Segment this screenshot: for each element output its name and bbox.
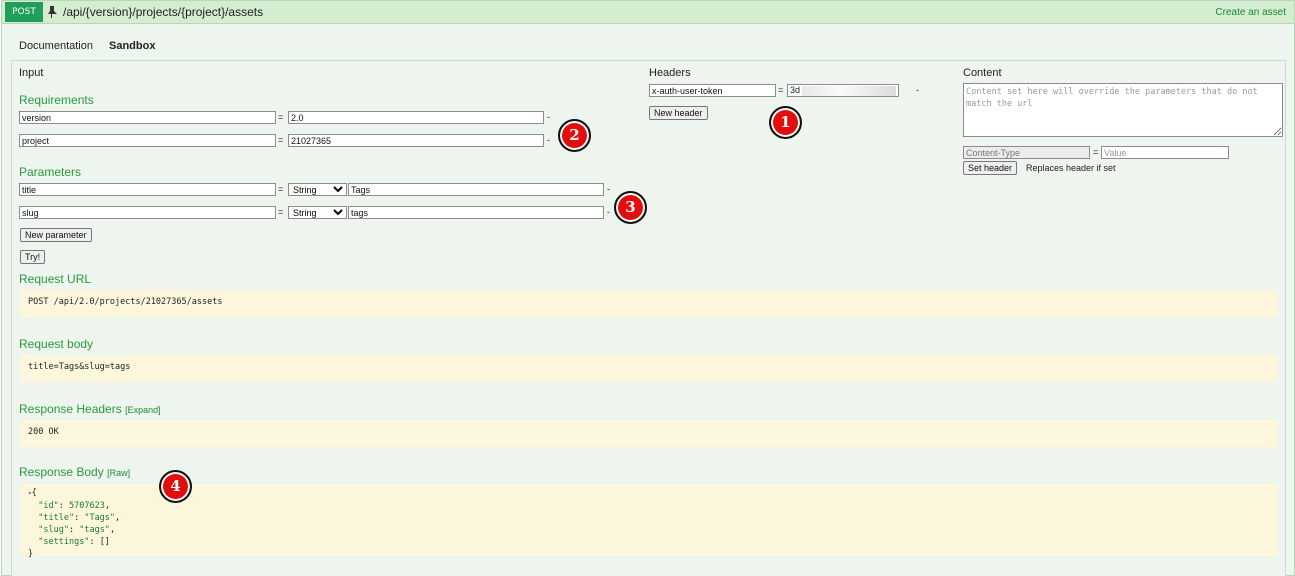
request-body-title: Request body <box>19 337 94 351</box>
response-headers-box: 200 OK <box>20 420 1278 447</box>
equals-sign: = <box>278 184 284 194</box>
content-textarea[interactable] <box>963 83 1283 137</box>
annotation-badge-4: 4 <box>159 470 192 503</box>
content-type-value-input[interactable] <box>1101 146 1229 159</box>
parameter-type-slug[interactable]: String <box>288 206 347 219</box>
request-url-box: POST /api/2.0/projects/21027365/assets <box>20 290 1278 317</box>
parameters-title: Parameters <box>19 165 82 179</box>
annotation-badge-2: 2 <box>558 119 591 152</box>
equals-sign: = <box>278 207 284 217</box>
annotation-badge-3: 3 <box>614 191 647 224</box>
remove-parameter-slug[interactable]: - <box>607 207 610 217</box>
json-line: "id": 5707623, <box>38 501 110 511</box>
response-headers-label: Response Headers <box>19 402 122 416</box>
new-parameter-button[interactable]: New parameter <box>20 228 92 242</box>
response-body-title: Response Body [Raw] <box>19 465 130 479</box>
equals-sign: = <box>1093 147 1099 157</box>
endpoint-path[interactable]: /api/{version}/projects/{project}/assets <box>63 5 263 19</box>
json-line: "title": "Tags", <box>38 513 121 523</box>
endpoint-heading[interactable]: POST /api/{version}/projects/{project}/a… <box>2 1 1294 24</box>
content-title: Content <box>963 67 1002 79</box>
parameter-value-slug[interactable] <box>348 206 604 219</box>
header-value-text: 3d <box>790 85 801 95</box>
annotation-badge-1: 1 <box>769 106 802 139</box>
remove-requirement-project[interactable]: - <box>547 135 550 145</box>
new-header-button[interactable]: New header <box>649 106 708 120</box>
request-body-value: title=Tags&slug=tags <box>28 362 131 372</box>
tab-sandbox[interactable]: Sandbox <box>109 40 155 52</box>
parameter-name-title[interactable] <box>19 183 276 196</box>
try-button[interactable]: Try! <box>20 250 46 264</box>
request-url-title: Request URL <box>19 272 92 286</box>
json-open[interactable]: ▾{ <box>28 487 1270 500</box>
requirements-title: Requirements <box>19 93 94 107</box>
parameter-name-slug[interactable] <box>19 206 276 219</box>
requirement-value-project[interactable] <box>288 134 544 147</box>
equals-sign: = <box>278 112 284 122</box>
requirement-name-version[interactable] <box>19 111 276 124</box>
remove-requirement-version[interactable]: - <box>547 112 550 122</box>
sandbox-panel: Input Requirements = - = - Parameters = … <box>11 60 1286 576</box>
json-line: "settings": [] <box>38 537 110 547</box>
equals-sign: = <box>278 135 284 145</box>
pin-icon <box>48 6 57 18</box>
method-badge: POST <box>5 2 43 22</box>
response-headers-title: Response Headers [Expand] <box>19 402 161 416</box>
requirement-value-version[interactable] <box>288 111 544 124</box>
redacted-token <box>802 86 896 96</box>
request-url-value: POST /api/2.0/projects/21027365/assets <box>28 297 223 307</box>
tab-documentation[interactable]: Documentation <box>19 40 93 52</box>
input-title: Input <box>19 67 44 79</box>
json-close: } <box>28 549 34 559</box>
set-header-note: Replaces header if set <box>1026 163 1116 173</box>
parameter-value-title[interactable] <box>348 183 604 196</box>
json-line: "slug": "tags", <box>38 525 116 535</box>
headers-title: Headers <box>649 67 691 79</box>
content-type-input[interactable] <box>963 146 1090 159</box>
endpoint-description[interactable]: Create an asset <box>1215 7 1286 18</box>
request-body-box: title=Tags&slug=tags <box>20 355 1278 382</box>
requirement-name-project[interactable] <box>19 134 276 147</box>
response-body-box: ▾{ "id": 5707623, "title": "Tags", "slug… <box>20 484 1278 559</box>
set-header-button[interactable]: Set header <box>963 161 1018 175</box>
parameter-type-title[interactable]: String <box>288 183 347 196</box>
expand-link[interactable]: [Expand] <box>125 405 161 415</box>
response-headers-value: 200 OK <box>28 427 59 437</box>
header-name-input[interactable] <box>649 84 776 97</box>
raw-link[interactable]: [Raw] <box>107 468 130 478</box>
remove-header[interactable]: - <box>916 85 919 95</box>
response-body-label: Response Body <box>19 465 104 479</box>
equals-sign: = <box>778 85 784 95</box>
header-value-input[interactable]: 3d <box>787 84 899 97</box>
remove-parameter-title[interactable]: - <box>607 184 610 194</box>
